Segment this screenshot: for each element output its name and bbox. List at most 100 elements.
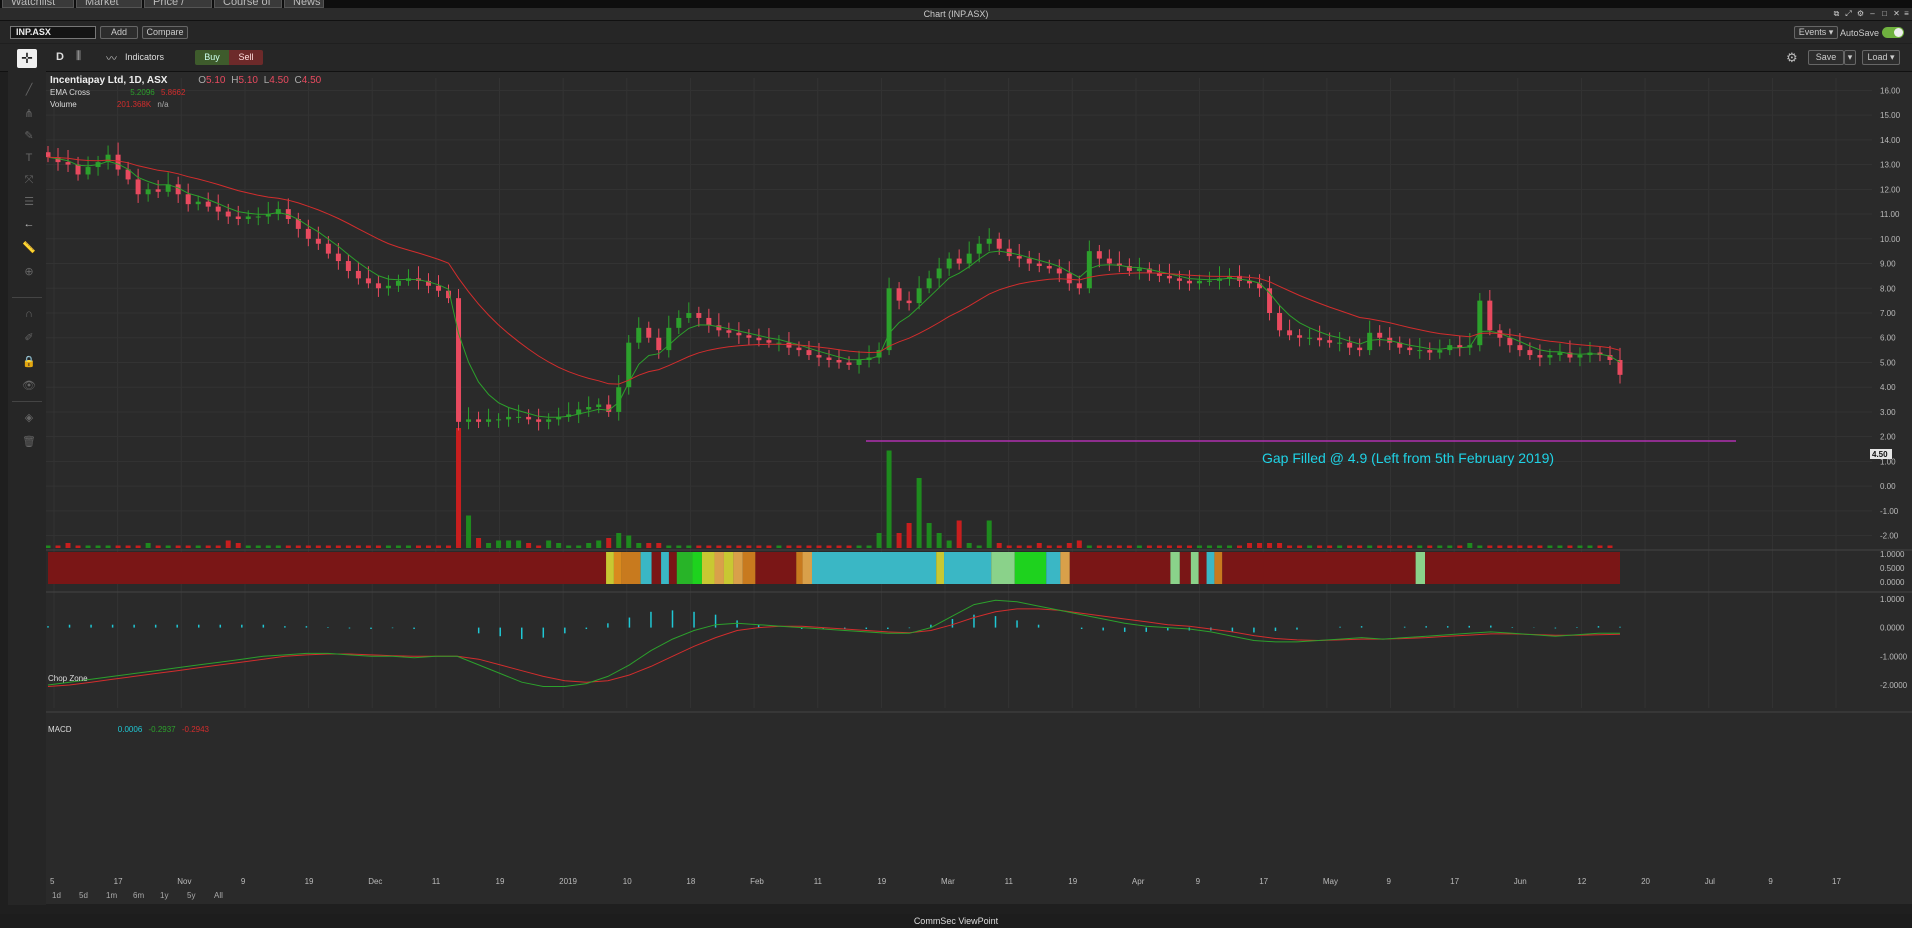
save-options-dropdown[interactable]: ▾: [1844, 50, 1856, 65]
time-tick-label: Mar: [941, 877, 955, 886]
time-tick-label: Jul: [1705, 877, 1715, 886]
indicators-button[interactable]: Indicators: [125, 52, 164, 62]
timeframe-button-1d[interactable]: 1d: [52, 891, 61, 900]
chop-zone-block: [991, 552, 1015, 584]
lock-drawing-icon[interactable]: ✐: [22, 331, 36, 345]
candle-body: [225, 211, 231, 217]
volume-bar: [476, 538, 482, 548]
price-tick-label: 15.00: [1880, 111, 1901, 120]
price-tick-label: 0.00: [1880, 482, 1896, 491]
timeframe-button-5y[interactable]: 5y: [187, 891, 195, 900]
tab-course-of-sales[interactable]: Course of Sales: [214, 0, 282, 8]
ema-legend[interactable]: EMA Cross 5.2096 5.8662: [50, 88, 185, 97]
timeframe-button-1y[interactable]: 1y: [160, 891, 168, 900]
volume-bar: [1347, 545, 1353, 548]
window-title: Chart (INP.ASX): [923, 9, 989, 19]
lock-icon[interactable]: 🔒: [22, 355, 36, 369]
volume-bar: [766, 545, 772, 548]
magnet-icon[interactable]: ∩: [22, 307, 36, 321]
add-button[interactable]: Add: [100, 26, 138, 39]
symbol-input[interactable]: [10, 26, 96, 39]
crosshair-icon[interactable]: ✛: [17, 49, 37, 68]
last-price-label: 4.50: [1872, 450, 1888, 459]
volume-bar: [285, 545, 291, 548]
zoom-icon[interactable]: ⊕: [22, 265, 36, 279]
timeframe-button-6m[interactable]: 6m: [133, 891, 144, 900]
pattern-icon[interactable]: ⤧: [22, 173, 36, 187]
chop-zone-block: [1425, 552, 1620, 584]
chop-zone-block: [613, 552, 622, 584]
trend-line-icon[interactable]: ╱: [22, 83, 36, 97]
chart-area[interactable]: 16.00 15.00 14.00 13.00 12.00 11.00 10.00 9.00 8…: [45, 72, 1912, 904]
macd-legend[interactable]: MACD 0.0006 -0.2937 -0.2943: [48, 725, 209, 734]
load-dropdown[interactable]: Load ▾: [1862, 50, 1900, 65]
timeframe-button-5d[interactable]: 5d: [79, 891, 88, 900]
volume-bar: [1257, 543, 1263, 548]
volume-bar: [516, 540, 522, 548]
volume-bar: [566, 545, 572, 548]
brush-icon[interactable]: ✎: [22, 129, 36, 143]
layers-icon[interactable]: ◈: [22, 411, 36, 425]
timeframe-button-all[interactable]: All: [214, 891, 223, 900]
chop-zone-block: [48, 552, 607, 584]
settings-icon[interactable]: ⚙: [1856, 9, 1865, 18]
chop-legend[interactable]: Chop Zone: [48, 674, 88, 683]
compare-button[interactable]: Compare: [142, 26, 188, 39]
menu-icon[interactable]: ≡: [1902, 9, 1911, 18]
candle-body: [1156, 273, 1162, 276]
tab-market-depth[interactable]: Market Depth: [76, 0, 142, 8]
volume-bar: [1407, 545, 1413, 548]
save-button[interactable]: Save: [1808, 50, 1844, 65]
volume-legend[interactable]: Volume 201.368K n/a: [50, 100, 169, 109]
chop-zone-block: [1179, 552, 1191, 584]
chop-tick-label: 0.0000: [1880, 578, 1905, 587]
chart-settings-icon[interactable]: ⚙: [1786, 50, 1798, 66]
timeframe-button-1m[interactable]: 1m: [106, 891, 117, 900]
trash-icon[interactable]: 🗑: [22, 435, 36, 449]
chart-background: [46, 72, 1912, 904]
autosave-toggle[interactable]: [1882, 27, 1904, 38]
volume-bar: [1016, 545, 1022, 548]
volume-bar: [255, 545, 261, 548]
link-icon[interactable]: ⤢: [1844, 9, 1853, 18]
candle-body: [1206, 280, 1212, 282]
interval-selector[interactable]: D: [56, 51, 64, 63]
close-icon[interactable]: ✕: [1892, 9, 1901, 18]
chop-zone-block: [1060, 552, 1070, 584]
sell-button[interactable]: Sell: [229, 50, 263, 65]
buy-button[interactable]: Buy: [195, 50, 229, 65]
gap-annotation[interactable]: Gap Filled @ 4.9 (Left from 5th February…: [1262, 450, 1554, 466]
fib-icon[interactable]: ☰: [22, 195, 36, 209]
price-tick-label: 5.00: [1880, 358, 1896, 367]
candle-body: [315, 238, 321, 244]
candle-body: [1547, 355, 1553, 358]
candle-body: [746, 335, 752, 338]
candle-body: [816, 355, 822, 358]
maximize-icon[interactable]: □: [1880, 9, 1889, 18]
candle-style-icon[interactable]: ⫼: [76, 50, 81, 63]
chop-zone-block: [1170, 552, 1180, 584]
volume-bar: [456, 428, 462, 548]
popout-icon[interactable]: ⧉: [1832, 9, 1841, 18]
candle-body: [1357, 347, 1363, 351]
autosave-label: AutoSave: [1840, 28, 1880, 38]
chop-zone: [48, 552, 1620, 584]
chevron-down-icon: ▾: [1828, 27, 1834, 37]
tab-label: Market Depth: [85, 0, 119, 8]
volume-bar: [55, 545, 61, 548]
volume-value: 201.368K: [116, 100, 152, 109]
events-dropdown[interactable]: Events ▾: [1794, 26, 1838, 39]
back-arrow-icon[interactable]: ←: [22, 217, 36, 231]
volume-bar: [325, 545, 331, 548]
pitchfork-icon[interactable]: ⋔: [22, 107, 36, 121]
tab-watchlist[interactable]: Watchlist: [2, 0, 74, 8]
chop-zone-block: [802, 552, 812, 584]
chart-svg[interactable]: 16.00 15.00 14.00 13.00 12.00 11.00 10.00 9.00 8…: [45, 72, 1912, 904]
minimize-icon[interactable]: –: [1868, 9, 1877, 18]
eye-icon[interactable]: 👁: [22, 379, 36, 393]
ruler-icon[interactable]: 📏: [22, 241, 36, 255]
text-tool-icon[interactable]: T: [22, 151, 36, 165]
tab-news[interactable]: News: [284, 0, 324, 8]
tab-label: Watchlist: [11, 0, 56, 8]
tab-price-trade[interactable]: Price / Trade: [144, 0, 212, 8]
